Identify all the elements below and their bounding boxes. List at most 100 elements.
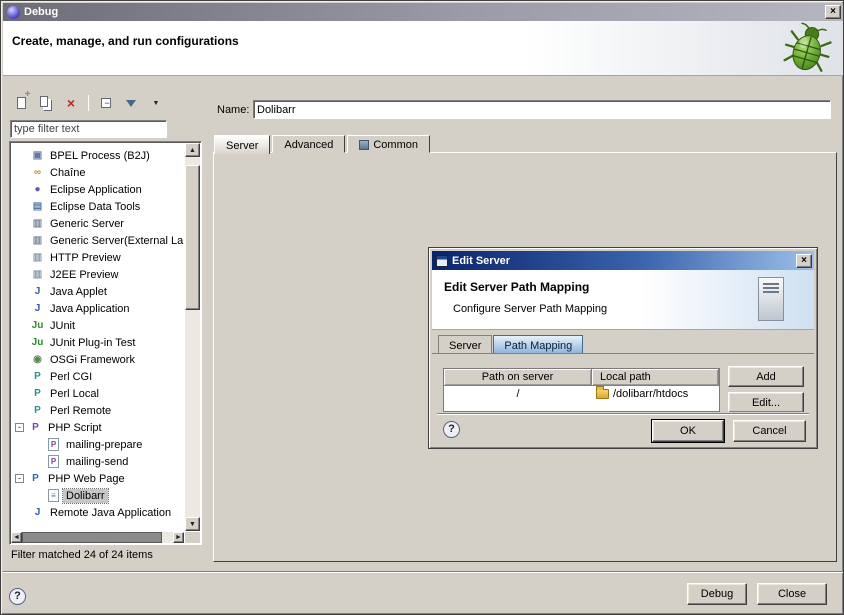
footer-separator [3,571,843,573]
window-title-bar[interactable]: Debug × [3,3,843,21]
add-button[interactable]: Add [728,366,804,387]
folder-icon [596,389,609,399]
tree-expander-icon[interactable]: - [15,474,24,483]
php-web-page-icon: P [28,473,43,484]
config-tree: ▣BPEL Process (B2J)∞Chaîne●Eclipse Appli… [13,147,184,531]
tree-item-perl-cgi[interactable]: PPerl CGI [13,368,184,385]
table-header-row: Path on server Local path [444,369,719,386]
tree-item-junit[interactable]: JuJUnit [13,317,184,334]
edit-server-title-bar[interactable]: Edit Server × [432,251,814,270]
scroll-left-icon[interactable]: ◄ [11,532,22,543]
name-input[interactable] [253,100,831,119]
tree-item-java-applet[interactable]: JJava Applet [13,283,184,300]
configurations-tree-panel: ▣BPEL Process (B2J)∞Chaîne●Eclipse Appli… [9,141,202,545]
dialog-close-button[interactable]: × [796,254,812,268]
cancel-button[interactable]: Cancel [733,420,806,442]
common-tab-icon [359,140,369,150]
tree-item-generic-server[interactable]: ▥Generic Server [13,215,184,232]
tree-item-label: BPEL Process (B2J) [47,149,153,163]
local-path-cell: /dolibarr/htdocs [592,388,719,400]
tree-item-generic-server-external-la[interactable]: ▥Generic Server(External La [13,232,184,249]
junit-icon: Ju [30,320,45,331]
perl-remote-icon: P [30,405,45,416]
dialog-bottom-separator [437,413,809,415]
tree-item-junit-plug-in-test[interactable]: JuJUnit Plug-in Test [13,334,184,351]
tree-item-dolibarr[interactable]: ≡Dolibarr [13,487,184,504]
tree-item-label: OSGi Framework [47,353,138,367]
dialog-tab-server-label: Server [449,340,481,352]
close-button[interactable]: Close [757,583,827,605]
tree-item-php-web-page[interactable]: -PPHP Web Page [13,470,184,487]
tab-common[interactable]: Common [347,135,430,153]
tree-item-label: J2EE Preview [47,268,121,282]
table-row[interactable]: / /dolibarr/htdocs [444,386,719,402]
tab-advanced[interactable]: Advanced [272,135,345,153]
window-close-button[interactable]: × [825,5,841,19]
tree-item-mailing-prepare[interactable]: Pmailing-prepare [13,436,184,453]
tree-item-php-script[interactable]: -PPHP Script [13,419,184,436]
filter-input[interactable] [10,120,167,138]
dialog-tab-server[interactable]: Server [438,335,492,353]
tree-item-perl-local[interactable]: PPerl Local [13,385,184,402]
j2ee-preview-icon: ▥ [30,269,45,280]
tree-item-eclipse-application[interactable]: ●Eclipse Application [13,181,184,198]
duplicate-configuration-icon[interactable] [36,93,56,113]
ok-button[interactable]: OK [652,420,724,442]
tree-item-j2ee-preview[interactable]: ▥J2EE Preview [13,266,184,283]
tree-item-remote-java-application[interactable]: JRemote Java Application [13,504,184,521]
php-script-icon: P [28,422,43,433]
horizontal-scrollbar-thumb[interactable] [22,532,162,543]
tree-item-eclipse-data-tools[interactable]: ▤Eclipse Data Tools [13,198,184,215]
debug-button[interactable]: Debug [687,583,747,605]
tree-item-osgi-framework[interactable]: ◉OSGi Framework [13,351,184,368]
filter-status-text: Filter matched 24 of 24 items [11,549,153,561]
column-header-path-on-server[interactable]: Path on server [444,369,592,386]
dolibarr-config-icon: ≡ [48,489,59,502]
tree-item-label: mailing-prepare [63,438,145,452]
tree-horizontal-scrollbar[interactable]: ◄ ► [11,532,184,543]
scroll-right-icon[interactable]: ► [173,532,184,543]
tree-item-label: PHP Script [45,421,105,435]
menu-arrow-icon[interactable]: ▼ [146,93,166,113]
tree-vertical-scrollbar[interactable]: ▲ ▼ [185,143,200,531]
tree-item-perl-remote[interactable]: PPerl Remote [13,402,184,419]
java-applet-icon: J [30,286,45,297]
help-button[interactable]: ? [9,588,26,605]
tree-expander-icon[interactable]: - [15,423,24,432]
new-configuration-icon[interactable] [11,93,31,113]
edit-button[interactable]: Edit... [728,392,804,412]
dialog-help-button[interactable]: ? [443,421,460,438]
edit-server-tabs: Server Path Mapping [438,335,584,353]
tree-item-http-preview[interactable]: ▥HTTP Preview [13,249,184,266]
tree-item-bpel-process-b2j-[interactable]: ▣BPEL Process (B2J) [13,147,184,164]
tree-item-label: Java Application [47,302,133,316]
tree-item-cha-ne[interactable]: ∞Chaîne [13,164,184,181]
generic-server-external-icon: ▥ [30,235,45,246]
delete-configuration-icon[interactable]: × [61,93,81,113]
column-header-local-path[interactable]: Local path [592,369,719,386]
java-application-icon: J [30,303,45,314]
scroll-down-icon[interactable]: ▼ [185,517,200,531]
tree-item-mailing-send[interactable]: Pmailing-send [13,453,184,470]
edit-server-heading: Edit Server Path Mapping [444,280,589,294]
debug-configurations-window: Debug × Create, manage, and run configur… [0,0,844,615]
tree-item-label: Eclipse Application [47,183,145,197]
tree-item-label: Remote Java Application [47,506,174,520]
path-mapping-table: Path on server Local path / /dolibarr/ht… [443,368,720,412]
tree-item-label: mailing-send [63,455,131,469]
tab-server[interactable]: Server [214,135,270,154]
dialog-tab-path-mapping[interactable]: Path Mapping [493,335,583,353]
dialog-tab-path-mapping-label: Path Mapping [504,340,572,352]
local-path-text: /dolibarr/htdocs [613,388,688,400]
filter-icon[interactable] [121,93,141,113]
eclipse-data-tools-icon: ▤ [30,201,45,212]
tree-item-java-application[interactable]: JJava Application [13,300,184,317]
remote-java-application-icon: J [30,507,45,518]
scroll-up-icon[interactable]: ▲ [185,143,200,157]
tab-common-label: Common [373,139,418,151]
collapse-all-icon[interactable] [96,93,116,113]
junit-plugin-test-icon: Ju [30,337,45,348]
edit-server-subheading: Configure Server Path Mapping [453,303,607,315]
dialog-window-icon [436,255,448,267]
vertical-scrollbar-thumb[interactable] [185,165,200,310]
